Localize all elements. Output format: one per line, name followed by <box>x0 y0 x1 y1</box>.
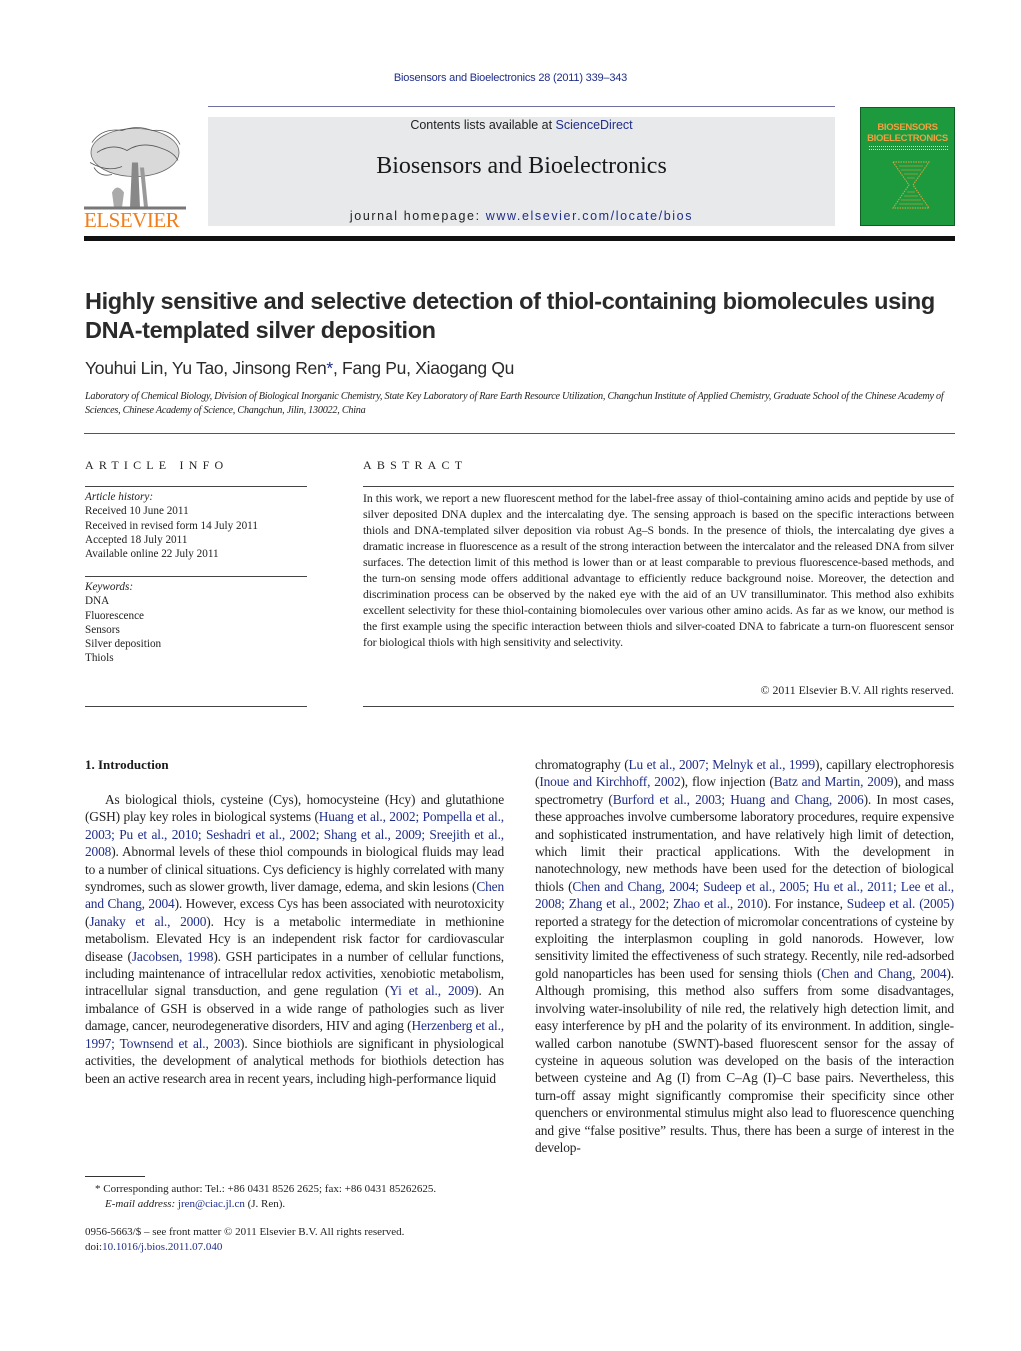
citation-link[interactable]: Chen and Chang, 2004 <box>85 879 504 911</box>
citation-link[interactable]: Batz and Martin, 2009 <box>774 774 894 789</box>
doi-link[interactable]: 10.1016/j.bios.2011.07.040 <box>102 1241 222 1253</box>
email-suffix: (J. Ren). <box>244 1198 286 1210</box>
authors-rest[interactable]: , Fang Pu, Xiaogang Qu <box>333 358 514 378</box>
journal-title: Biosensors and Bioelectronics <box>376 153 667 179</box>
keyword-item: Fluorescence <box>85 609 145 622</box>
cover-hourglass-graphic <box>892 161 930 209</box>
citation-link[interactable]: Burford et al., 2003; Huang and Chang, 2… <box>613 792 864 807</box>
citation-link[interactable]: Janaky et al., 2000 <box>89 914 206 929</box>
corresponding-author-footnote: * Corresponding author: Tel.: +86 0431 8… <box>95 1182 505 1212</box>
journal-reference-link[interactable]: Biosensors and Bioelectronics 28 (2011) … <box>0 72 1021 84</box>
cover-title-line1: BIOSENSORS <box>877 122 938 133</box>
journal-cover-image[interactable]: BIOSENSORS BIOELECTRONICS <box>860 107 955 226</box>
journal-homepage: journal homepage: www.elsevier.com/locat… <box>208 209 835 223</box>
history-item: Received 10 June 2011 <box>85 505 189 518</box>
contents-availability: Contents lists available at ScienceDirec… <box>208 118 835 132</box>
article-history-label: Article history: <box>85 491 154 503</box>
keyword-item: Thiols <box>85 652 114 665</box>
citation-link[interactable]: Huang et al., 2002; Pompella et al., 200… <box>85 809 504 859</box>
citation-link[interactable]: Chen and Chang, 2004 <box>821 966 946 981</box>
history-item: Available online 22 July 2011 <box>85 548 219 561</box>
cover-title-line2: BIOELECTRONICS <box>867 133 948 144</box>
authors-first[interactable]: Youhui Lin, Yu Tao, Jinsong Ren <box>85 358 327 378</box>
footnote-rule <box>85 1176 145 1177</box>
history-item: Received in revised form 14 July 2011 <box>85 519 258 532</box>
doi-line: doi:10.1016/j.bios.2011.07.040 <box>85 1240 505 1255</box>
keywords: Keywords: DNA Fluorescence Sensors Silve… <box>85 580 307 666</box>
cover-title: BIOSENSORS BIOELECTRONICS <box>861 122 954 144</box>
front-matter: 0956-5663/$ – see front matter © 2011 El… <box>85 1225 505 1255</box>
issn-line: 0956-5663/$ – see front matter © 2011 El… <box>85 1226 405 1238</box>
citation-link[interactable]: Lu et al., 2007; Melnyk et al., 1999 <box>629 757 816 772</box>
footnote-contact: * Corresponding author: Tel.: +86 0431 8… <box>95 1182 505 1197</box>
citation-link[interactable]: Sudeep et al. (2005) <box>847 896 954 911</box>
affiliation-rule <box>84 433 955 434</box>
keyword-item: Silver deposition <box>85 638 162 651</box>
article-history: Article history: Received 10 June 2011 R… <box>85 490 307 561</box>
keyword-item: DNA <box>85 595 110 608</box>
footnote-text: Corresponding author: Tel.: +86 0431 852… <box>100 1183 437 1195</box>
keywords-label: Keywords: <box>85 581 134 593</box>
introduction-left-column: As biological thiols, cysteine (Cys), ho… <box>85 792 505 1086</box>
abstract-text: In this work, we report a new fluorescen… <box>363 491 954 649</box>
header-thick-rule <box>84 236 955 241</box>
abstract-copyright: © 2011 Elsevier B.V. All rights reserved… <box>760 683 954 697</box>
keyword-item: Sensors <box>85 623 120 636</box>
author-list: Youhui Lin, Yu Tao, Jinsong Ren*, Fang P… <box>85 358 514 379</box>
abstract-rule <box>363 486 954 487</box>
contents-prefix: Contents lists available at <box>410 118 556 132</box>
article-info-bottom-rule <box>85 706 307 707</box>
article-info-rule <box>85 486 307 487</box>
homepage-link[interactable]: www.elsevier.com/locate/bios <box>486 209 693 223</box>
email-link[interactable]: jren@ciac.jl.cn <box>178 1198 245 1210</box>
sciencedirect-link[interactable]: ScienceDirect <box>556 118 633 132</box>
elsevier-logo-text[interactable]: ELSEVIER <box>84 208 180 233</box>
keywords-rule <box>85 576 307 577</box>
journal-masthead: Contents lists available at ScienceDirec… <box>208 117 835 226</box>
cover-subtitle-decoration <box>869 146 948 150</box>
homepage-prefix: journal homepage: <box>349 209 486 223</box>
abstract-heading: ABSTRACT <box>363 458 468 472</box>
citation-link[interactable]: Jacobsen, 1998 <box>132 949 214 964</box>
abstract-bottom-rule <box>363 706 954 707</box>
citation-link[interactable]: Yi et al., 2009 <box>389 983 474 998</box>
author-affiliation: Laboratory of Chemical Biology, Division… <box>85 391 944 416</box>
header-rule <box>208 106 835 107</box>
email-label: E-mail address: <box>105 1198 178 1210</box>
citation-link[interactable]: Inoue and Kirchhoff, 2002 <box>539 774 680 789</box>
introduction-heading: 1. Introduction <box>85 757 169 772</box>
citation-link[interactable]: Herzenberg et al., 1997; Townsend et al.… <box>85 1018 504 1050</box>
introduction-right-column: chromatography (Lu et al., 2007; Melnyk … <box>535 757 955 1155</box>
article-info-heading: ARTICLE INFO <box>85 458 229 472</box>
doi-prefix: doi: <box>85 1241 103 1253</box>
history-item: Accepted 18 July 2011 <box>85 533 188 546</box>
footnote-email-line: E-mail address: jren@ciac.jl.cn (J. Ren)… <box>95 1197 505 1212</box>
article-title: Highly sensitive and selective detection… <box>85 288 935 343</box>
